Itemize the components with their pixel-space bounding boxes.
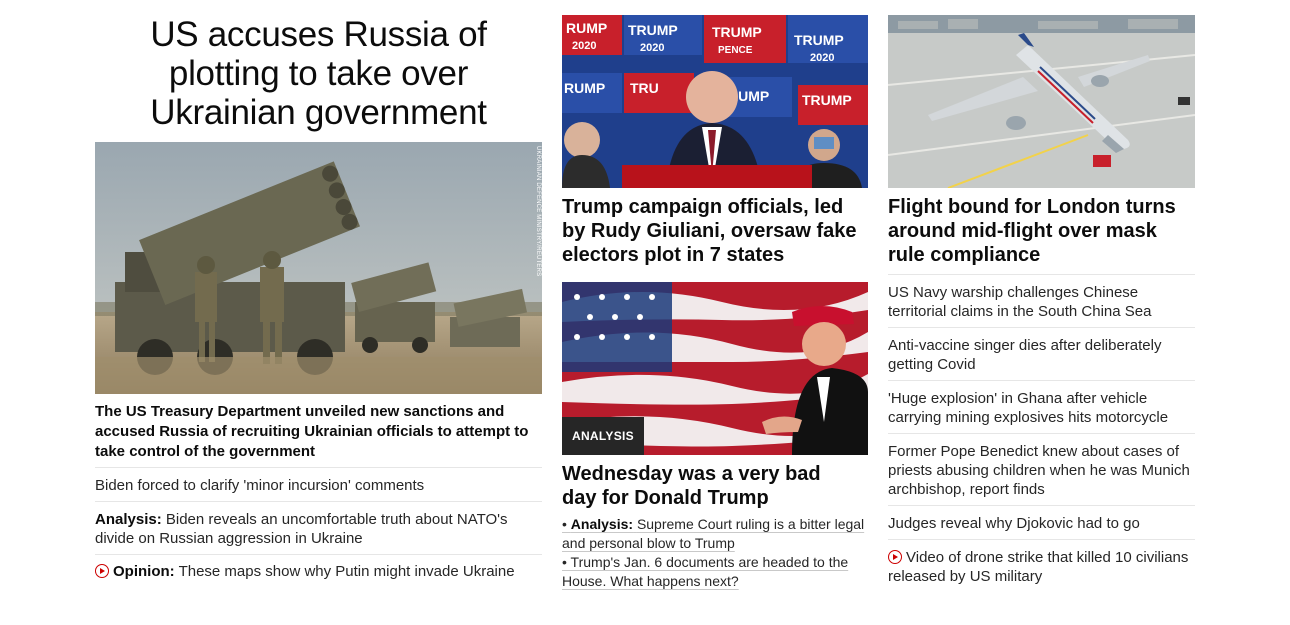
headline-link[interactable]: Video of drone strike that killed 10 civ… [888,549,1188,585]
headline-link[interactable]: Judges reveal why Djokovic had to go [888,515,1140,532]
video-play-icon [888,550,902,564]
related-link-text[interactable]: Biden forced to clarify 'minor incursion… [95,477,424,494]
video-play-icon [95,564,109,578]
analysis-badge: ANALYSIS [562,417,644,455]
svg-text:2020: 2020 [572,40,596,52]
svg-text:RUMP: RUMP [566,20,607,36]
list-item[interactable]: Biden forced to clarify 'minor incursion… [95,467,542,501]
giuliani-image[interactable]: RUMP 2020 TRUMP 2020 TRUMP PENCE TRUMP 2020 … [562,15,868,188]
headline-link[interactable]: Former Pope Benedict knew about cases of… [888,443,1190,498]
svg-text:RUMP: RUMP [564,80,605,96]
svg-text:TRUMP: TRUMP [628,22,678,38]
list-item[interactable]: Anti-vaccine singer dies after deliberat… [888,327,1195,380]
list-item[interactable]: Opinion: These maps show why Putin might… [95,554,542,584]
card-headline[interactable]: Wednesday was a very bad day for Donald … [562,462,852,510]
list-item[interactable]: Analysis: Biden reveals an uncomfortable… [95,501,542,554]
card-headline[interactable]: Trump campaign officials, led by Rudy Gi… [562,195,868,267]
headline-link[interactable]: 'Huge explosion' in Ghana after vehicle … [888,390,1168,426]
card-headline[interactable]: Flight bound for London turns around mid… [888,195,1195,267]
analysis-kicker: Analysis: [95,511,162,528]
bullet-item[interactable]: • Analysis: Supreme Court ruling is a bi… [562,515,868,553]
american-airlines-plane-photo [888,15,1195,188]
bullet-item[interactable]: • Trump's Jan. 6 documents are headed to… [562,553,868,591]
list-item[interactable]: US Navy warship challenges Chinese terri… [888,274,1195,327]
list-item[interactable]: Judges reveal why Djokovic had to go [888,505,1195,539]
list-item[interactable]: Video of drone strike that killed 10 civ… [888,539,1195,585]
analysis-kicker: Analysis: [570,516,634,532]
bullet-text[interactable]: Trump's Jan. 6 documents are headed to t… [562,554,848,589]
card-bullets: • Analysis: Supreme Court ruling is a bi… [562,515,868,591]
headline-link[interactable]: US Navy warship challenges Chinese terri… [888,284,1151,320]
headline-link[interactable]: Anti-vaccine singer dies after deliberat… [888,337,1161,373]
lead-headline-link[interactable]: US accuses Russia of plotting to take ov… [150,15,487,132]
svg-text:TRUMP: TRUMP [802,92,852,108]
lead-image[interactable]: UKRAINIAN DEFENCE MINISTRY/REUTERS [95,142,542,394]
plane-image[interactable] [888,15,1195,188]
svg-text:2020: 2020 [810,52,834,64]
svg-text:TRUMP: TRUMP [794,32,844,48]
bullet-link[interactable]: • Trump's Jan. 6 documents are headed to… [562,554,848,589]
related-link-text[interactable]: These maps show why Putin might invade U… [179,563,515,580]
giuliani-press-conference-photo: RUMP2020 TRUMP2020 TRUMPPENCE TRUMP2020 … [562,15,868,188]
bullet-link[interactable]: • Analysis: Supreme Court ruling is a bi… [562,516,864,551]
list-item[interactable]: 'Huge explosion' in Ghana after vehicle … [888,380,1195,433]
rocket-launchers-photo [95,142,542,394]
right-headlines-list: US Navy warship challenges Chinese terri… [888,274,1195,585]
lead-description[interactable]: The US Treasury Department unveiled new … [95,402,535,462]
svg-text:TRUMP: TRUMP [712,24,762,40]
lead-story: US accuses Russia of plotting to take ov… [95,0,542,580]
image-credit: UKRAINIAN DEFENCE MINISTRY/REUTERS [535,146,541,277]
svg-text:PENCE: PENCE [718,45,753,56]
svg-text:2020: 2020 [640,42,664,54]
trump-image[interactable]: ANALYSIS [562,282,868,455]
list-item[interactable]: Former Pope Benedict knew about cases of… [888,433,1195,505]
opinion-kicker: Opinion: [113,563,175,580]
lead-headline[interactable]: US accuses Russia of plotting to take ov… [95,15,542,132]
svg-text:TRU: TRU [630,80,659,96]
lead-related-list: Biden forced to clarify 'minor incursion… [95,467,542,584]
